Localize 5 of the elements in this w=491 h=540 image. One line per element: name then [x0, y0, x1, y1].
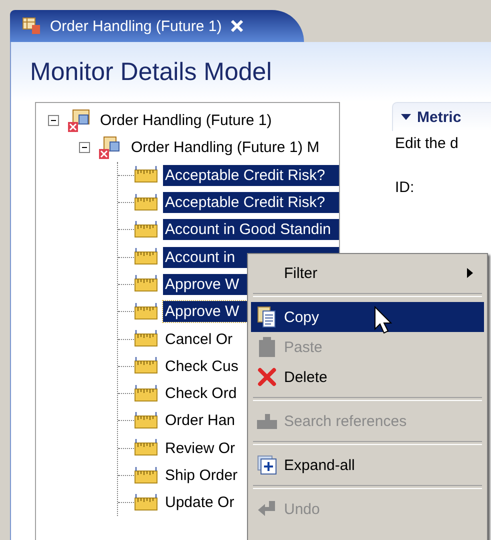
- tab-title: Order Handling (Future 1): [50, 18, 222, 34]
- field-label: ID:: [394, 178, 416, 196]
- page-title: Monitor Details Model: [29, 57, 273, 88]
- section-description: Edit the d: [394, 134, 460, 152]
- section-title: Metric: [417, 108, 462, 126]
